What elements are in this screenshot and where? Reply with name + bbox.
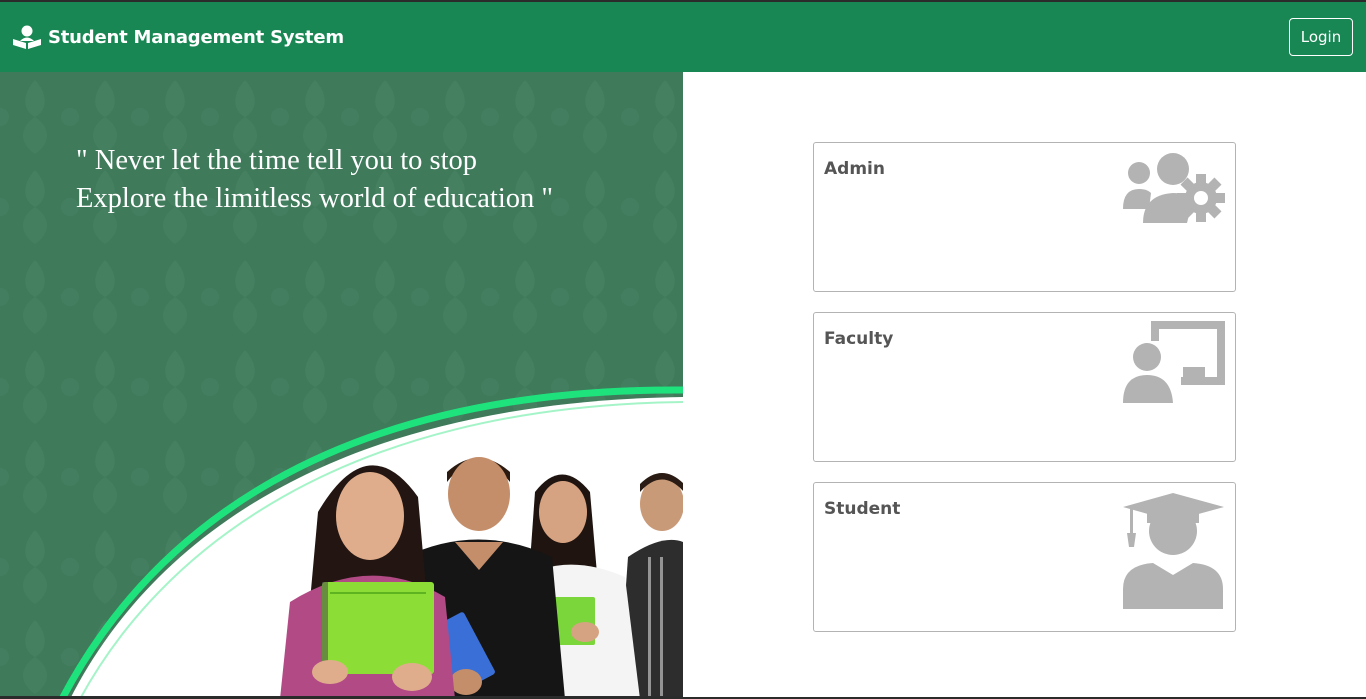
role-card-student[interactable]: Student: [813, 482, 1236, 632]
brand[interactable]: Student Management System: [12, 24, 344, 50]
admin-users-gear-icon: [1123, 153, 1225, 223]
navbar: Student Management System Login: [0, 2, 1366, 72]
brand-title: Student Management System: [48, 26, 344, 48]
role-card-admin[interactable]: Admin: [813, 142, 1236, 292]
student-graduation-cap-icon: [1123, 493, 1224, 609]
role-card-title: Faculty: [824, 329, 894, 349]
students-holding-books-photo: [0, 386, 683, 699]
faculty-presentation-board-icon: [1123, 321, 1225, 403]
role-card-title: Admin: [824, 159, 885, 179]
role-card-title: Student: [824, 499, 901, 519]
role-cards: Admin Faculty Student: [813, 142, 1236, 652]
reader-book-icon: [13, 25, 41, 49]
role-card-faculty[interactable]: Faculty: [813, 312, 1236, 462]
hero-banner: " Never let the time tell you to stop Ex…: [0, 72, 683, 699]
login-button[interactable]: Login: [1289, 18, 1353, 56]
